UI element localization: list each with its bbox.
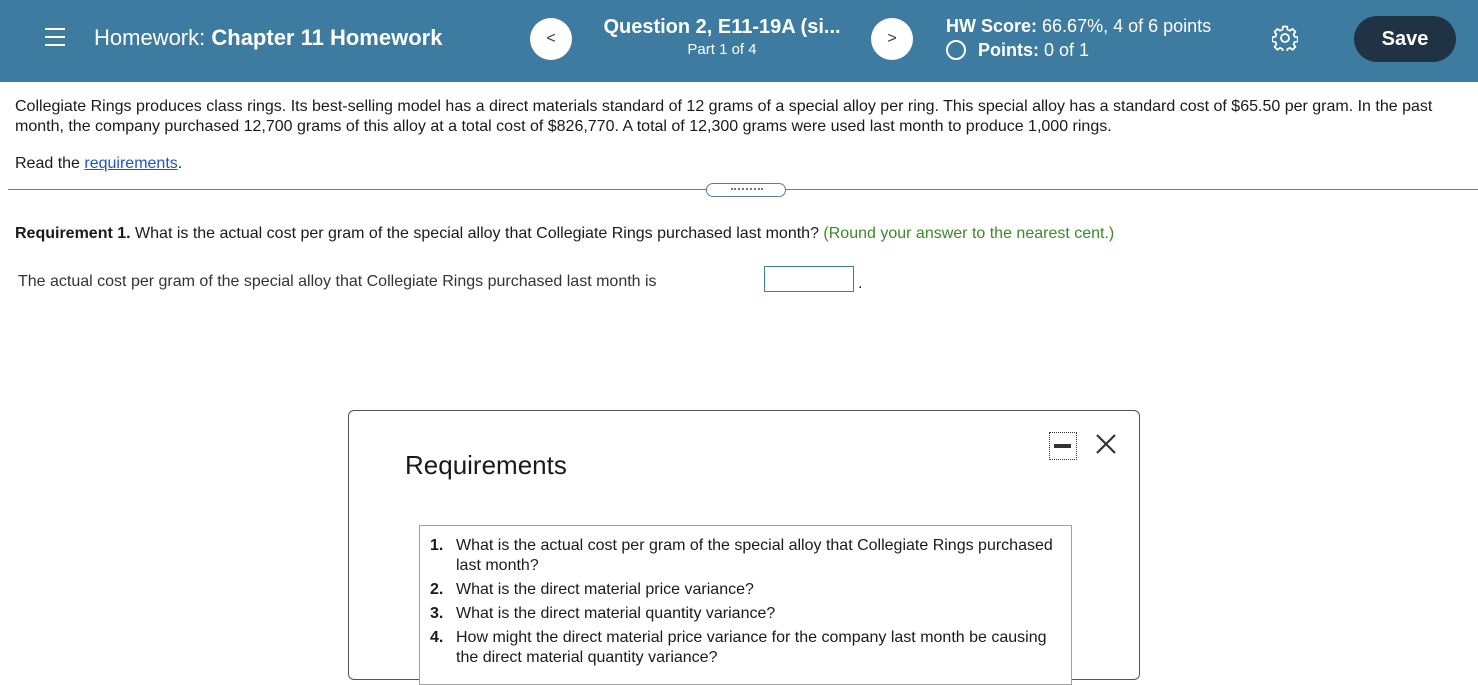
requirements-link[interactable]: requirements	[84, 155, 177, 172]
points-label: Points:	[978, 40, 1039, 60]
divider-handle[interactable]	[706, 183, 786, 197]
hw-score-value: 66.67%, 4 of 6 points	[1042, 16, 1212, 36]
hw-score-label: HW Score:	[946, 16, 1038, 36]
list-item: 4. How might the direct material price v…	[430, 628, 1060, 668]
modal-title: Requirements	[405, 450, 567, 480]
gear-icon[interactable]	[1272, 25, 1298, 51]
requirement-1-label: Requirement 1.	[15, 225, 131, 242]
answer-suffix: .	[858, 275, 863, 292]
homework-title: Homework: Chapter 11 Homework	[94, 24, 442, 52]
list-item: 2. What is the direct material price var…	[430, 580, 1060, 600]
question-title[interactable]: Question 2, E11-19A (si...	[577, 14, 867, 40]
answer-prompt: The actual cost per gram of the special …	[18, 273, 657, 290]
save-button[interactable]: Save	[1354, 16, 1456, 62]
points-value: 0 of 1	[1044, 40, 1090, 60]
hw-score: HW Score: 66.67%, 4 of 6 points	[946, 14, 1211, 38]
read-requirements: Read the requirements.	[15, 154, 182, 174]
list-item-number: 3.	[430, 605, 444, 622]
list-item-text: How might the direct material price vari…	[456, 629, 1047, 666]
score-block: HW Score: 66.67%, 4 of 6 points Points: …	[946, 14, 1211, 62]
menu-icon[interactable]	[45, 28, 67, 48]
close-icon[interactable]	[1093, 431, 1119, 457]
list-item: 1. What is the actual cost per gram of t…	[430, 536, 1060, 576]
minimize-icon[interactable]	[1049, 432, 1077, 460]
list-item: 3. What is the direct material quantity …	[430, 604, 1060, 624]
points-line: Points: 0 of 1	[946, 38, 1211, 62]
requirements-modal: Requirements 1. What is the actual cost …	[348, 410, 1140, 685]
homework-prefix: Homework:	[94, 25, 206, 50]
list-item-text: What is the direct material quantity var…	[456, 605, 776, 622]
handle-grip-icon	[731, 188, 763, 191]
previous-question-button[interactable]: <	[530, 18, 572, 60]
question-part: Part 1 of 4	[687, 41, 757, 58]
chevron-right-icon: >	[887, 30, 897, 47]
requirement-1-hint: (Round your answer to the nearest cent.)	[823, 225, 1115, 242]
problem-statement: Collegiate Rings produces class rings. I…	[15, 98, 1433, 135]
requirement-1: Requirement 1. What is the actual cost p…	[15, 224, 1114, 244]
list-item-number: 1.	[430, 537, 444, 554]
chevron-left-icon: <	[546, 30, 556, 47]
read-suffix: .	[177, 155, 183, 172]
requirement-1-question: What is the actual cost per gram of the …	[135, 225, 819, 242]
points-status-icon	[946, 40, 966, 60]
homework-name: Chapter 11 Homework	[211, 25, 443, 50]
list-item-number: 2.	[430, 581, 444, 598]
next-question-button[interactable]: >	[871, 18, 913, 60]
requirements-list: 1. What is the actual cost per gram of t…	[430, 536, 1060, 672]
requirements-box: 1. What is the actual cost per gram of t…	[419, 525, 1072, 685]
header-bar: Homework: Chapter 11 Homework < Question…	[0, 0, 1478, 82]
list-item-text: What is the actual cost per gram of the …	[456, 537, 1053, 574]
list-item-text: What is the direct material price varian…	[456, 581, 754, 598]
list-item-number: 4.	[430, 629, 444, 646]
read-prefix: Read the	[15, 155, 80, 172]
question-info: Question 2, E11-19A (si... Part 1 of 4	[577, 14, 867, 60]
answer-input[interactable]	[764, 266, 854, 292]
